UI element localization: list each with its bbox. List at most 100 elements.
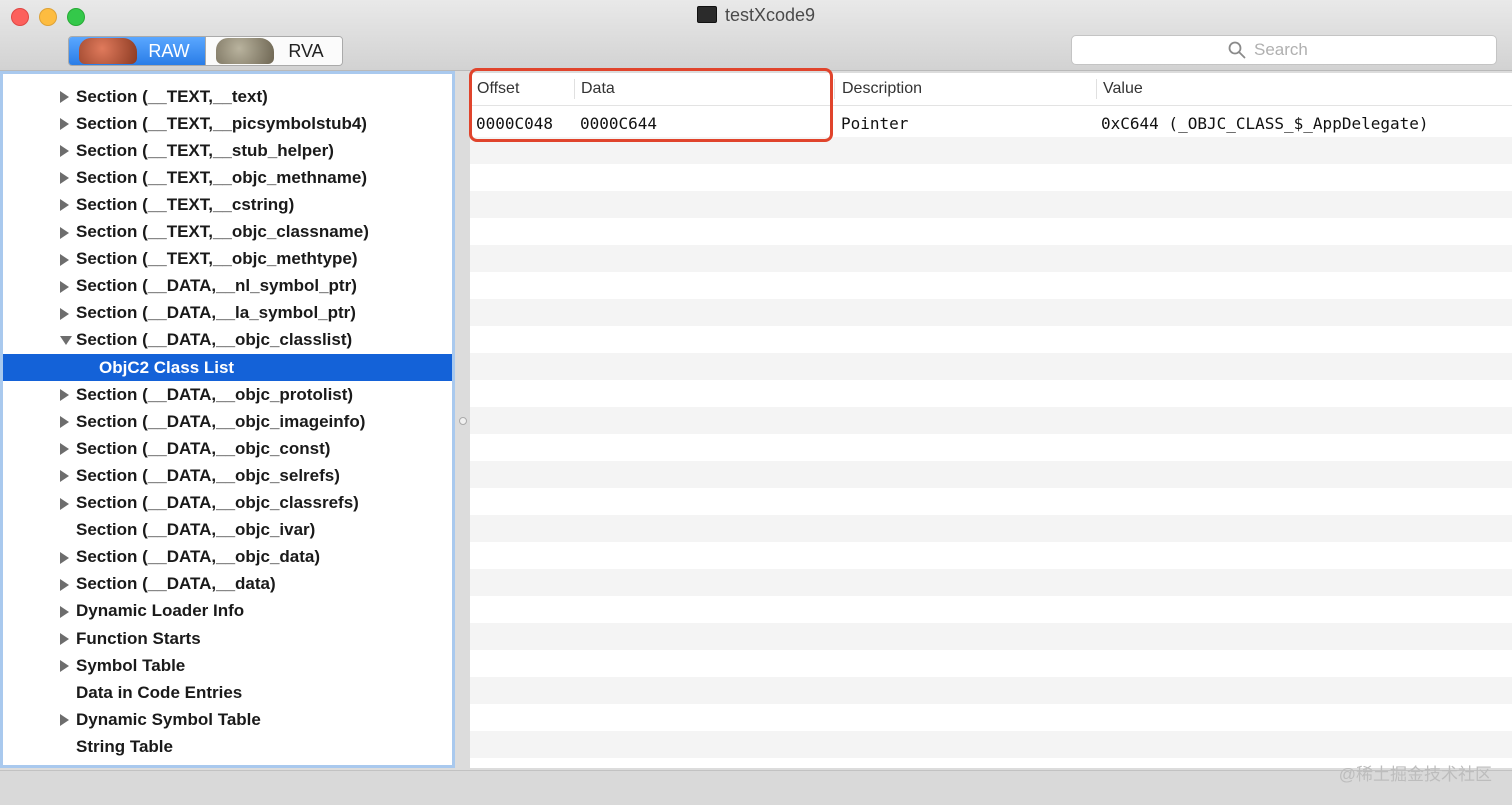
empty-table-row <box>470 299 1512 326</box>
tree-item[interactable]: Section (__TEXT,__objc_methname) <box>3 164 452 191</box>
data-table: Offset Data Description Value 0000C048 0… <box>470 73 1512 768</box>
empty-table-row <box>470 380 1512 407</box>
tree-item[interactable]: Section (__TEXT,__picsymbolstub4) <box>3 110 452 137</box>
empty-table-row <box>470 569 1512 596</box>
disclosure-collapsed-icon[interactable] <box>60 470 69 483</box>
tree-item[interactable]: Section (__TEXT,__text) <box>3 83 452 110</box>
disclosure-collapsed-icon[interactable] <box>60 443 69 456</box>
disclosure-collapsed-icon[interactable] <box>60 280 69 293</box>
column-separator[interactable] <box>834 79 835 99</box>
disclosure-collapsed-icon[interactable] <box>60 199 69 212</box>
column-header-description[interactable]: Description <box>842 73 922 105</box>
disclosure-collapsed-icon[interactable] <box>60 551 69 564</box>
tree-item[interactable]: Code Signature <box>3 761 452 765</box>
empty-table-row <box>470 677 1512 704</box>
rva-segment-icon <box>216 38 274 64</box>
tree-item[interactable]: Function Starts <box>3 625 452 652</box>
tree-item[interactable]: Section (__TEXT,__cstring) <box>3 191 452 218</box>
tree-item[interactable]: Section (__DATA,__objc_classlist) <box>3 327 452 354</box>
disclosure-collapsed-icon[interactable] <box>60 497 69 510</box>
disclosure-collapsed-icon[interactable] <box>60 226 69 239</box>
disclosure-collapsed-icon[interactable] <box>60 416 69 429</box>
tree-item[interactable]: String Table <box>3 733 452 760</box>
tree-item-label: Section (__TEXT,__objc_classname) <box>76 222 369 241</box>
window-title-wrap: testXcode9 <box>0 5 1512 26</box>
raw-rva-segmented-control: RAW RVA <box>68 36 343 66</box>
empty-table-row <box>470 191 1512 218</box>
column-header-value[interactable]: Value <box>1103 73 1143 105</box>
tree-item-label: Code Signature <box>76 764 202 765</box>
tree-item[interactable]: Section (__DATA,__nl_symbol_ptr) <box>3 273 452 300</box>
tree-item[interactable]: Dynamic Loader Info <box>3 598 452 625</box>
tree-item-label: Symbol Table <box>76 655 186 675</box>
tree-item-label: Section (__DATA,__objc_selrefs) <box>76 465 340 485</box>
tree-item[interactable]: Section (__DATA,__objc_imageinfo) <box>3 408 452 435</box>
search-icon <box>1228 41 1246 59</box>
tree-item[interactable]: Section (__DATA,__objc_classrefs) <box>3 490 452 517</box>
disclosure-collapsed-icon[interactable] <box>60 389 69 402</box>
disclosure-collapsed-icon[interactable] <box>60 172 69 185</box>
annotation-highlight-box <box>469 68 833 142</box>
raw-segment-icon <box>79 38 137 64</box>
disclosure-collapsed-icon[interactable] <box>60 253 69 266</box>
tree-item-label: Section (__DATA,__objc_protolist) <box>76 384 354 404</box>
rva-segment-button[interactable]: RVA <box>205 37 342 65</box>
cell-value: 0xC644 (_OBJC_CLASS_$_AppDelegate) <box>1101 114 1429 133</box>
tree-item[interactable]: Section (__TEXT,__stub_helper) <box>3 137 452 164</box>
tree-item[interactable]: Section (__DATA,__la_symbol_ptr) <box>3 300 452 327</box>
cell-description: Pointer <box>841 114 909 133</box>
empty-table-row <box>470 704 1512 731</box>
tree-item-label: Section (__DATA,__objc_ivar) <box>76 520 316 540</box>
terminal-icon <box>696 6 717 23</box>
raw-segment-button[interactable]: RAW <box>69 37 205 65</box>
disclosure-collapsed-icon[interactable] <box>60 633 69 645</box>
tree-item-label: Dynamic Loader Info <box>76 601 245 621</box>
disclosure-collapsed-icon[interactable] <box>60 91 69 103</box>
column-separator[interactable] <box>1096 79 1097 99</box>
tree-item-label: Section (__TEXT,__stub_helper) <box>76 140 334 160</box>
empty-table-row <box>470 488 1512 515</box>
disclosure-collapsed-icon[interactable] <box>60 307 69 320</box>
disclosure-expanded-icon[interactable] <box>60 335 72 345</box>
disclosure-collapsed-icon[interactable] <box>60 578 69 591</box>
tree-item[interactable]: Section (__DATA,__objc_protolist) <box>3 381 452 408</box>
tree-item[interactable]: Dynamic Symbol Table <box>3 706 452 733</box>
tree-item-label: Section (__DATA,__objc_imageinfo) <box>76 411 366 431</box>
tree-item[interactable]: Section (__DATA,__objc_data) <box>3 544 452 571</box>
empty-table-row <box>470 650 1512 677</box>
search-placeholder-wrap: Search <box>1228 40 1308 60</box>
disclosure-collapsed-icon[interactable] <box>60 605 69 618</box>
tree-item-label: Section (__DATA,__data) <box>76 574 276 594</box>
section-tree-sidebar[interactable]: Section (__TEXT,__text) Section (__TEXT,_… <box>0 71 455 768</box>
tree-item[interactable]: Section (__DATA,__objc_const) <box>3 435 452 462</box>
disclosure-collapsed-icon[interactable] <box>60 714 69 727</box>
empty-table-row <box>470 731 1512 758</box>
tree-item[interactable]: Section (__DATA,__objc_ivar) <box>3 517 452 544</box>
divider-handle[interactable] <box>459 417 467 425</box>
tree-item-label: Section (__DATA,__objc_classrefs) <box>76 493 359 512</box>
tree-item-label: Dynamic Symbol Table <box>76 709 261 729</box>
disclosure-collapsed-icon[interactable] <box>60 145 69 158</box>
tree-item[interactable]: Section (__DATA,__data) <box>3 571 452 598</box>
tree-item-label: ObjC2 Class List <box>99 357 235 377</box>
empty-table-row <box>470 515 1512 542</box>
tree-item[interactable]: Symbol Table <box>3 652 452 679</box>
tree-item-label: Section (__DATA,__objc_classlist) <box>76 330 353 350</box>
empty-table-row <box>470 272 1512 299</box>
tree-item[interactable]: Section (__DATA,__objc_selrefs) <box>3 462 452 489</box>
empty-table-row <box>470 353 1512 380</box>
empty-table-row <box>470 461 1512 488</box>
search-field[interactable]: Search <box>1071 35 1497 65</box>
tree-item[interactable]: ObjC2 Class List <box>3 354 452 381</box>
empty-table-row <box>470 623 1512 650</box>
window-title: testXcode9 <box>724 5 816 25</box>
tree-item[interactable]: Data in Code Entries <box>3 679 452 706</box>
tree-item-label: Section (__DATA,__objc_const) <box>76 438 331 458</box>
tree-item-label: Section (__TEXT,__objc_methname) <box>76 167 367 187</box>
empty-table-row <box>470 326 1512 353</box>
tree-item[interactable]: Section (__TEXT,__objc_methtype) <box>3 246 452 273</box>
tree-item[interactable]: Section (__TEXT,__objc_classname) <box>3 219 452 246</box>
disclosure-collapsed-icon[interactable] <box>60 118 69 131</box>
disclosure-collapsed-icon[interactable] <box>60 660 69 673</box>
watermark-text: @稀土掘金技术社区 <box>1338 765 1492 784</box>
